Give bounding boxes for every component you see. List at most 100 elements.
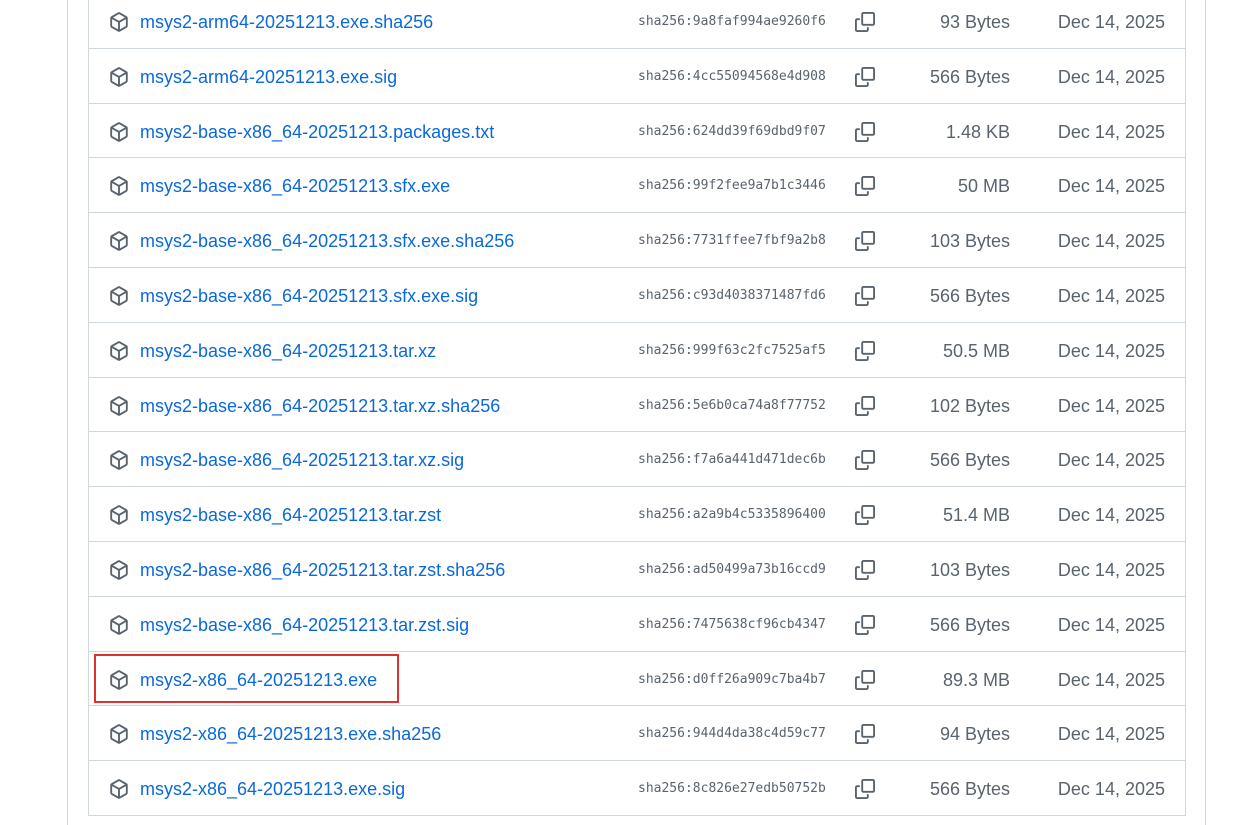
- package-icon: [109, 121, 129, 142]
- copy-icon[interactable]: [852, 502, 878, 528]
- asset-download-link[interactable]: msys2-base-x86_64-20251213.tar.zst.sig: [140, 613, 469, 637]
- asset-row: msys2-base-x86_64-20251213.tar.zst sha25…: [89, 487, 1185, 542]
- asset-row: msys2-x86_64-20251213.exe.sha256 sha256:…: [89, 706, 1185, 762]
- asset-size: 1.48 KB: [945, 121, 1010, 142]
- asset-date: Dec 14, 2025: [1057, 779, 1165, 800]
- asset-download-link[interactable]: msys2-base-x86_64-20251213.tar.zst.sha25…: [140, 558, 505, 582]
- asset-size: 51.4 MB: [942, 505, 1010, 526]
- release-assets-page: msys2-arm64-20251213.exe.sha256 sha256:9…: [0, 0, 1250, 825]
- package-icon: [109, 12, 129, 32]
- package-icon: [109, 395, 129, 416]
- package-icon: [109, 66, 129, 87]
- copy-icon[interactable]: [852, 338, 878, 364]
- asset-download-link[interactable]: msys2-base-x86_64-20251213.tar.zst: [140, 503, 441, 527]
- asset-download-link[interactable]: msys2-base-x86_64-20251213.tar.xz.sha256: [140, 394, 500, 418]
- asset-row: msys2-x86_64-20251213.exe.sig sha256:8c8…: [89, 761, 1185, 816]
- package-icon: [109, 669, 129, 690]
- asset-date: Dec 14, 2025: [1057, 285, 1165, 306]
- asset-download-link[interactable]: msys2-base-x86_64-20251213.tar.xz.sig: [140, 448, 464, 472]
- package-icon: [109, 724, 129, 745]
- asset-size: 566 Bytes: [929, 285, 1010, 306]
- asset-download-link[interactable]: msys2-base-x86_64-20251213.sfx.exe: [140, 174, 450, 198]
- asset-row: msys2-base-x86_64-20251213.tar.xz sha256…: [89, 323, 1185, 378]
- asset-size: 103 Bytes: [929, 559, 1010, 580]
- copy-icon[interactable]: [852, 557, 878, 583]
- asset-digest: sha256:9a8faf994ae9260f6: [638, 14, 826, 29]
- copy-icon[interactable]: [852, 283, 878, 309]
- asset-row: msys2-base-x86_64-20251213.tar.xz.sha256…: [89, 378, 1185, 433]
- asset-download-link[interactable]: msys2-arm64-20251213.exe.sha256: [140, 10, 433, 34]
- asset-date: Dec 14, 2025: [1057, 614, 1165, 635]
- asset-size: 566 Bytes: [929, 66, 1010, 87]
- copy-icon[interactable]: [852, 447, 878, 473]
- package-icon: [109, 286, 129, 306]
- asset-digest: sha256:5e6b0ca74a8f77752: [638, 397, 826, 413]
- asset-size: 50 MB: [957, 176, 1010, 197]
- asset-download-link[interactable]: msys2-base-x86_64-20251213.tar.xz: [140, 339, 436, 363]
- copy-icon[interactable]: [852, 64, 878, 90]
- asset-row: msys2-arm64-20251213.exe.sha256 sha256:9…: [89, 0, 1185, 49]
- asset-size: 566 Bytes: [929, 614, 1010, 635]
- asset-row: msys2-base-x86_64-20251213.sfx.exe.sig s…: [89, 268, 1185, 323]
- asset-date: Dec 14, 2025: [1057, 450, 1165, 471]
- asset-row: msys2-base-x86_64-20251213.sfx.exe sha25…: [89, 158, 1185, 214]
- asset-download-link[interactable]: msys2-arm64-20251213.exe.sig: [140, 65, 397, 89]
- asset-digest: sha256:99f2fee9a7b1c3446: [638, 178, 826, 194]
- asset-size: 566 Bytes: [929, 450, 1010, 471]
- package-icon: [109, 176, 129, 197]
- copy-icon[interactable]: [852, 173, 878, 199]
- asset-digest: sha256:ad50499a73b16ccd9: [638, 561, 826, 577]
- asset-digest: sha256:f7a6a441d471dec6b: [638, 452, 826, 468]
- asset-download-link[interactable]: msys2-x86_64-20251213.exe.sha256: [140, 722, 441, 746]
- asset-digest: sha256:944d4da38c4d59c77: [638, 726, 826, 742]
- package-icon: [109, 450, 129, 471]
- asset-size: 103 Bytes: [929, 231, 1010, 252]
- asset-date: Dec 14, 2025: [1057, 66, 1165, 87]
- asset-row: msys2-arm64-20251213.exe.sig sha256:4cc5…: [89, 49, 1185, 104]
- asset-size: 94 Bytes: [939, 724, 1010, 745]
- package-icon: [109, 231, 129, 251]
- asset-download-link[interactable]: msys2-x86_64-20251213.exe: [140, 668, 377, 692]
- copy-icon[interactable]: [852, 393, 878, 419]
- asset-row: msys2-base-x86_64-20251213.tar.xz.sig sh…: [89, 432, 1185, 488]
- asset-date: Dec 14, 2025: [1057, 669, 1165, 690]
- asset-date: Dec 14, 2025: [1057, 121, 1165, 142]
- asset-size: 102 Bytes: [929, 395, 1010, 416]
- asset-download-link[interactable]: msys2-x86_64-20251213.exe.sig: [140, 777, 405, 801]
- asset-row: msys2-base-x86_64-20251213.tar.zst.sig s…: [89, 597, 1185, 652]
- copy-icon[interactable]: [852, 721, 878, 747]
- asset-date: Dec 14, 2025: [1057, 724, 1165, 745]
- copy-icon[interactable]: [852, 119, 878, 145]
- asset-digest: sha256:999f63c2fc7525af5: [638, 342, 826, 358]
- asset-date: Dec 14, 2025: [1057, 395, 1165, 416]
- asset-digest: sha256:7731ffee7fbf9a2b8: [638, 233, 826, 249]
- asset-digest: sha256:624dd39f69dbd9f07: [638, 123, 826, 139]
- asset-download-link[interactable]: msys2-base-x86_64-20251213.sfx.exe.sig: [140, 284, 478, 308]
- asset-size: 50.5 MB: [942, 340, 1010, 361]
- asset-row: msys2-base-x86_64-20251213.tar.zst.sha25…: [89, 542, 1185, 597]
- asset-digest: sha256:c93d4038371487fd6: [638, 287, 826, 303]
- asset-row-highlighted: msys2-x86_64-20251213.exe sha256:d0ff26a…: [89, 652, 1185, 707]
- copy-icon[interactable]: [852, 667, 878, 693]
- asset-size: 89.3 MB: [942, 669, 1010, 690]
- package-icon: [109, 505, 129, 525]
- asset-digest: sha256:d0ff26a909c7ba4b7: [638, 671, 826, 687]
- asset-date: Dec 14, 2025: [1057, 231, 1165, 252]
- asset-row: msys2-base-x86_64-20251213.packages.txt …: [89, 104, 1185, 159]
- asset-digest: sha256:7475638cf96cb4347: [638, 616, 826, 632]
- asset-size: 566 Bytes: [929, 779, 1010, 800]
- asset-download-link[interactable]: msys2-base-x86_64-20251213.sfx.exe.sha25…: [140, 229, 514, 253]
- asset-date: Dec 14, 2025: [1057, 12, 1165, 32]
- package-icon: [109, 560, 129, 580]
- asset-download-link[interactable]: msys2-base-x86_64-20251213.packages.txt: [140, 120, 494, 144]
- copy-icon[interactable]: [852, 776, 878, 802]
- copy-icon[interactable]: [852, 612, 878, 638]
- asset-digest: sha256:8c826e27edb50752b: [638, 781, 826, 797]
- copy-icon[interactable]: [852, 228, 878, 254]
- asset-date: Dec 14, 2025: [1057, 176, 1165, 197]
- asset-size: 93 Bytes: [939, 12, 1010, 32]
- copy-icon[interactable]: [852, 9, 878, 35]
- assets-list: msys2-arm64-20251213.exe.sha256 sha256:9…: [88, 0, 1186, 816]
- asset-row: msys2-base-x86_64-20251213.sfx.exe.sha25…: [89, 213, 1185, 268]
- asset-date: Dec 14, 2025: [1057, 340, 1165, 361]
